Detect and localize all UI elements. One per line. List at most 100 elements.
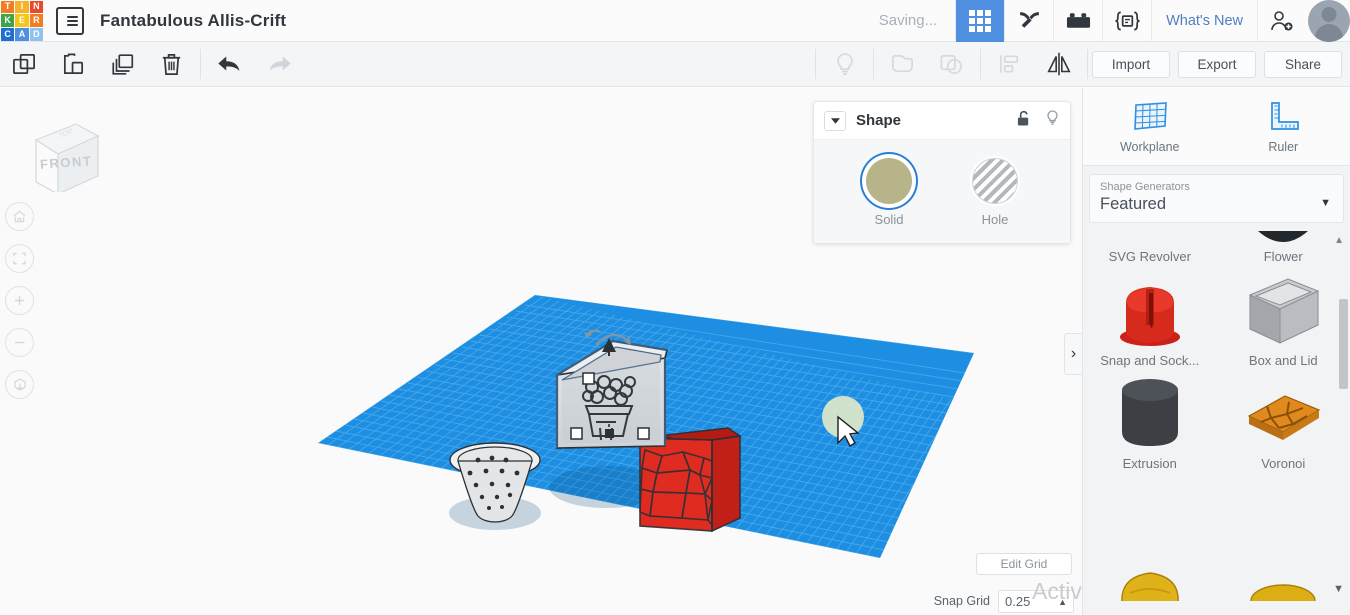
shape-library-list[interactable]: SVG Revolver Flower Snap and Sock... Box… bbox=[1083, 231, 1350, 601]
caret-up-icon[interactable]: ▲ bbox=[1058, 597, 1067, 607]
shape-generators-value: Featured bbox=[1100, 195, 1167, 213]
solid-swatch[interactable] bbox=[866, 158, 912, 204]
share-button[interactable]: Share bbox=[1264, 50, 1342, 78]
shape-type-options: Solid Hole bbox=[814, 140, 1070, 243]
logo-tile-c: C bbox=[1, 27, 15, 41]
snap-grid-control: Snap Grid 0.25 ▲ mm bbox=[933, 590, 1074, 615]
shape-label: Extrusion bbox=[1122, 456, 1177, 471]
toolbar-divider-5 bbox=[1087, 49, 1088, 79]
fit-to-view-button[interactable] bbox=[5, 244, 34, 273]
caret-down-icon[interactable]: ▼ bbox=[1333, 583, 1344, 595]
workplane-label: Workplane bbox=[1119, 139, 1180, 154]
logo-tile-d: D bbox=[29, 27, 43, 41]
paste-button[interactable] bbox=[49, 42, 98, 86]
duplicate-button[interactable] bbox=[98, 42, 147, 86]
list-item[interactable] bbox=[1217, 557, 1350, 601]
toolbar-divider-2 bbox=[815, 49, 816, 79]
solid-option[interactable]: Solid bbox=[866, 158, 912, 227]
whats-new-link[interactable]: What's New bbox=[1151, 0, 1257, 42]
list-menu-icon[interactable] bbox=[56, 6, 84, 35]
shape-label: Flower bbox=[1263, 249, 1303, 264]
avatar[interactable] bbox=[1308, 0, 1350, 42]
snap-grid-value: 0.25 bbox=[1005, 594, 1031, 609]
ruler-tool[interactable]: Ruler bbox=[1217, 88, 1350, 165]
chevron-down-icon[interactable] bbox=[824, 110, 846, 131]
shape-row-4 bbox=[1083, 557, 1350, 601]
saving-status: Saving... bbox=[878, 12, 938, 29]
shape-label: SVG Revolver bbox=[1108, 249, 1191, 264]
design-canvas[interactable]: TOP FRONT Shape Solid Hole Edit Grid Sna… bbox=[0, 88, 1082, 615]
delete-button[interactable] bbox=[147, 42, 196, 86]
copy-button[interactable] bbox=[0, 42, 49, 86]
import-button[interactable]: Import bbox=[1092, 50, 1170, 78]
chevron-right-icon[interactable]: › bbox=[1064, 333, 1082, 375]
brick-icon[interactable] bbox=[1053, 0, 1102, 42]
export-button[interactable]: Export bbox=[1178, 50, 1256, 78]
codeblocks-icon[interactable] bbox=[1102, 0, 1151, 42]
top-bar-right: Saving... What's New bbox=[861, 0, 1350, 42]
shape-label: Box and Lid bbox=[1248, 353, 1318, 368]
solid-label: Solid bbox=[874, 212, 904, 227]
redo-button[interactable] bbox=[254, 42, 303, 86]
logo-tile-a: A bbox=[15, 27, 29, 41]
shape-generators-select[interactable]: Shape Generators Featured ▼ bbox=[1089, 174, 1344, 223]
view-cube[interactable]: TOP FRONT bbox=[14, 110, 102, 196]
group-button[interactable] bbox=[878, 42, 927, 86]
list-item[interactable]: Box and Lid bbox=[1217, 271, 1350, 374]
shape-label: Snap and Sock... bbox=[1100, 353, 1200, 368]
undo-button[interactable] bbox=[205, 42, 254, 86]
voronoi-thumbnail bbox=[1217, 374, 1350, 452]
edit-grid-button[interactable]: Edit Grid bbox=[976, 553, 1072, 575]
ortho-perspective-toggle[interactable] bbox=[5, 370, 34, 399]
shape-panel-title: Shape bbox=[856, 112, 902, 129]
list-item[interactable]: Snap and Sock... bbox=[1083, 271, 1217, 374]
toolbar: Import Export Share bbox=[0, 42, 1350, 87]
logo-tile-n: N bbox=[29, 0, 43, 14]
hole-option[interactable]: Hole bbox=[972, 158, 1018, 227]
snap-grid-input[interactable]: 0.25 ▲ bbox=[998, 590, 1074, 613]
toolbar-divider bbox=[200, 49, 201, 79]
list-item[interactable]: Voronoi bbox=[1217, 374, 1350, 477]
top-bar: TIN KER CAD Fantabulous Allis-Crift Saving… bbox=[0, 0, 1350, 42]
page-title: Fantabulous Allis-Crift bbox=[100, 10, 287, 30]
zoom-in-button[interactable] bbox=[5, 286, 34, 315]
lightbulb-icon[interactable] bbox=[1045, 109, 1060, 132]
list-item[interactable]: Extrusion bbox=[1083, 374, 1217, 477]
logo-tile-r: R bbox=[29, 14, 43, 27]
ungroup-button[interactable] bbox=[927, 42, 976, 86]
toolbar-divider-4 bbox=[980, 49, 981, 79]
home-view-button[interactable] bbox=[5, 202, 34, 231]
list-item[interactable]: Flower bbox=[1217, 231, 1350, 271]
zoom-out-button[interactable] bbox=[5, 328, 34, 357]
mirror-button[interactable] bbox=[1034, 42, 1083, 86]
shape-row-2: Snap and Sock... Box and Lid bbox=[1083, 271, 1350, 374]
shape-properties-panel: Shape Solid Hole bbox=[813, 101, 1071, 244]
shape-generators-label: Shape Generators bbox=[1100, 181, 1190, 193]
caret-up-icon[interactable]: ▲ bbox=[1334, 235, 1344, 246]
pickaxe-icon[interactable] bbox=[1004, 0, 1053, 42]
box-and-lid-thumbnail bbox=[1217, 271, 1350, 349]
workplane-tool[interactable]: Workplane bbox=[1083, 88, 1217, 165]
add-person-icon[interactable] bbox=[1257, 0, 1306, 42]
shape-library-panel: Workplane Ruler Shape Generators Feature… bbox=[1082, 88, 1350, 615]
tinkercad-logo[interactable]: TIN KER CAD bbox=[0, 0, 44, 42]
workplane-ruler-tools: Workplane Ruler bbox=[1083, 88, 1350, 166]
align-button[interactable] bbox=[985, 42, 1034, 86]
hole-swatch[interactable] bbox=[972, 158, 1018, 204]
toolbar-divider-3 bbox=[873, 49, 874, 79]
hide-button[interactable] bbox=[820, 42, 869, 86]
logo-tile-e: E bbox=[15, 14, 29, 27]
shape-row-1: SVG Revolver Flower bbox=[1083, 231, 1350, 271]
list-item[interactable]: SVG Revolver bbox=[1083, 231, 1217, 271]
caret-down-icon[interactable]: ▼ bbox=[1320, 197, 1331, 209]
shape-label: Voronoi bbox=[1261, 456, 1306, 471]
grid-apps-icon[interactable] bbox=[955, 0, 1005, 42]
list-item[interactable] bbox=[1083, 557, 1217, 601]
unlock-icon[interactable] bbox=[1016, 110, 1031, 132]
extrusion-thumbnail bbox=[1083, 374, 1217, 452]
ruler-label: Ruler bbox=[1268, 139, 1299, 154]
shape-row-3: Extrusion Voronoi bbox=[1083, 374, 1350, 477]
logo-tile-k: K bbox=[1, 14, 15, 27]
snap-grid-label: Snap Grid bbox=[933, 594, 990, 608]
shape-list-scrollbar[interactable] bbox=[1339, 299, 1348, 389]
